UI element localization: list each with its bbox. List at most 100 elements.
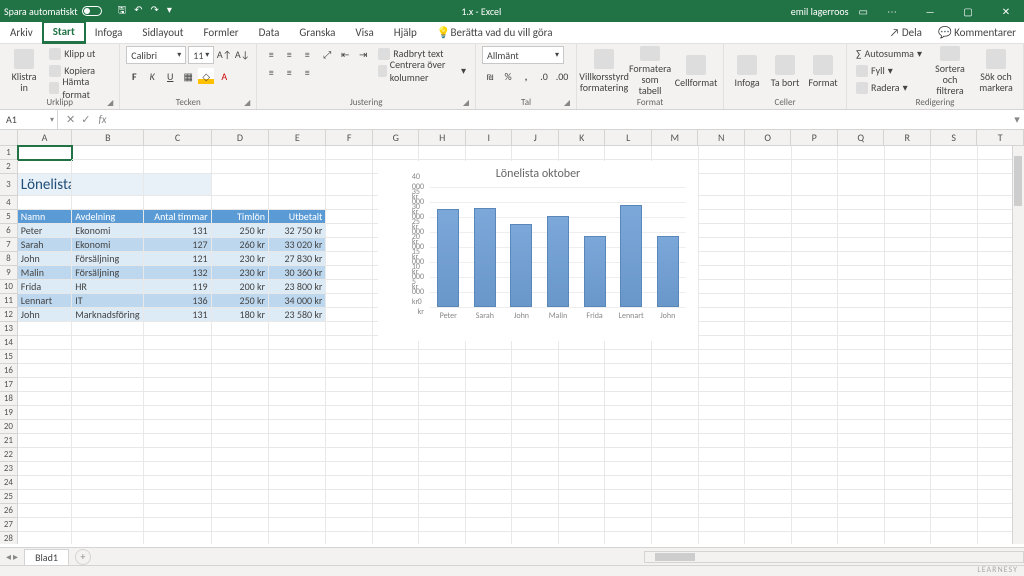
- cell[interactable]: [931, 392, 978, 406]
- cell[interactable]: [466, 476, 513, 490]
- cell[interactable]: [466, 490, 513, 504]
- cell[interactable]: [269, 434, 326, 448]
- col-head-G[interactable]: G: [373, 130, 420, 145]
- cell[interactable]: [269, 160, 326, 174]
- cell[interactable]: [559, 490, 606, 504]
- cell[interactable]: [269, 420, 326, 434]
- cell[interactable]: [144, 406, 211, 420]
- cell[interactable]: [373, 392, 420, 406]
- cell[interactable]: [792, 252, 839, 266]
- cell[interactable]: [605, 518, 652, 532]
- conditional-formatting-button[interactable]: Villkorsstyrd formatering: [583, 46, 625, 96]
- cell[interactable]: Avdelning: [72, 210, 144, 224]
- cell[interactable]: [269, 490, 326, 504]
- col-head-A[interactable]: A: [18, 130, 72, 145]
- cell[interactable]: [838, 448, 885, 462]
- cell[interactable]: [838, 392, 885, 406]
- autosum-button[interactable]: ∑ Autosumma ▾: [853, 46, 925, 61]
- cell[interactable]: [792, 490, 839, 504]
- cell[interactable]: [512, 406, 559, 420]
- cell[interactable]: Marknadsföring: [72, 308, 144, 322]
- cell[interactable]: [144, 174, 211, 196]
- cell[interactable]: [745, 160, 792, 174]
- cell[interactable]: [838, 476, 885, 490]
- cell[interactable]: [326, 210, 373, 224]
- cell[interactable]: [699, 146, 746, 160]
- cell[interactable]: [931, 378, 978, 392]
- cell[interactable]: [373, 490, 420, 504]
- cell[interactable]: [326, 252, 373, 266]
- cell[interactable]: [745, 224, 792, 238]
- cell[interactable]: [419, 476, 466, 490]
- cell[interactable]: [72, 392, 144, 406]
- col-head-T[interactable]: T: [977, 130, 1024, 145]
- cell[interactable]: [605, 364, 652, 378]
- cell[interactable]: [559, 476, 606, 490]
- cell[interactable]: [792, 196, 839, 210]
- tab-start[interactable]: Start: [43, 22, 85, 43]
- cell[interactable]: [745, 238, 792, 252]
- cell[interactable]: [792, 266, 839, 280]
- sheet-prev-icon[interactable]: ◂: [6, 550, 11, 563]
- cell[interactable]: [931, 146, 978, 160]
- cell[interactable]: [605, 490, 652, 504]
- row-head[interactable]: 18: [0, 392, 18, 406]
- cell[interactable]: [512, 476, 559, 490]
- cell[interactable]: [838, 490, 885, 504]
- cell[interactable]: [838, 322, 885, 336]
- cell[interactable]: [466, 532, 513, 544]
- cell[interactable]: [559, 420, 606, 434]
- orientation-icon[interactable]: ⤢: [319, 46, 335, 62]
- cell[interactable]: [745, 280, 792, 294]
- font-launcher-icon[interactable]: ◢: [244, 98, 250, 108]
- cell[interactable]: [326, 238, 373, 252]
- cell[interactable]: [559, 392, 606, 406]
- cell[interactable]: [373, 420, 420, 434]
- cell[interactable]: [605, 532, 652, 544]
- cell[interactable]: [931, 322, 978, 336]
- cell[interactable]: [931, 174, 978, 196]
- cell[interactable]: [18, 160, 72, 174]
- cell[interactable]: [699, 266, 746, 280]
- cell[interactable]: Namn: [18, 210, 72, 224]
- decrease-font-icon[interactable]: A↓: [234, 46, 250, 62]
- cell[interactable]: [699, 322, 746, 336]
- cell[interactable]: [838, 462, 885, 476]
- cell[interactable]: [18, 518, 72, 532]
- cell[interactable]: [745, 462, 792, 476]
- paste-button[interactable]: Klistra in: [6, 46, 42, 96]
- font-color-button[interactable]: A: [216, 68, 232, 84]
- row-head[interactable]: 23: [0, 462, 18, 476]
- cell[interactable]: [18, 462, 72, 476]
- cell[interactable]: [838, 238, 885, 252]
- cell[interactable]: [605, 350, 652, 364]
- cell[interactable]: [885, 336, 932, 350]
- cell[interactable]: 200 kr: [212, 280, 269, 294]
- cell[interactable]: [72, 406, 144, 420]
- align-top-icon[interactable]: ≡: [263, 46, 279, 62]
- cell[interactable]: [72, 350, 144, 364]
- cell[interactable]: [885, 448, 932, 462]
- col-head-N[interactable]: N: [698, 130, 745, 145]
- cell[interactable]: [18, 532, 72, 544]
- cell[interactable]: [72, 434, 144, 448]
- cell[interactable]: [144, 392, 211, 406]
- cell[interactable]: 30 360 kr: [269, 266, 326, 280]
- cell[interactable]: [419, 532, 466, 544]
- fill-color-button[interactable]: ◇: [198, 68, 214, 84]
- cell[interactable]: [269, 350, 326, 364]
- cell[interactable]: [652, 448, 699, 462]
- cell[interactable]: [466, 364, 513, 378]
- cell[interactable]: [885, 406, 932, 420]
- cell[interactable]: [792, 146, 839, 160]
- cell[interactable]: [212, 350, 269, 364]
- maximize-button[interactable]: ▢: [954, 5, 982, 18]
- cell[interactable]: [18, 350, 72, 364]
- fx-icon[interactable]: fx: [98, 113, 112, 126]
- cell[interactable]: [792, 406, 839, 420]
- col-head-K[interactable]: K: [559, 130, 606, 145]
- col-head-L[interactable]: L: [605, 130, 652, 145]
- cell[interactable]: [212, 406, 269, 420]
- cell[interactable]: [559, 448, 606, 462]
- row-head[interactable]: 10: [0, 280, 18, 294]
